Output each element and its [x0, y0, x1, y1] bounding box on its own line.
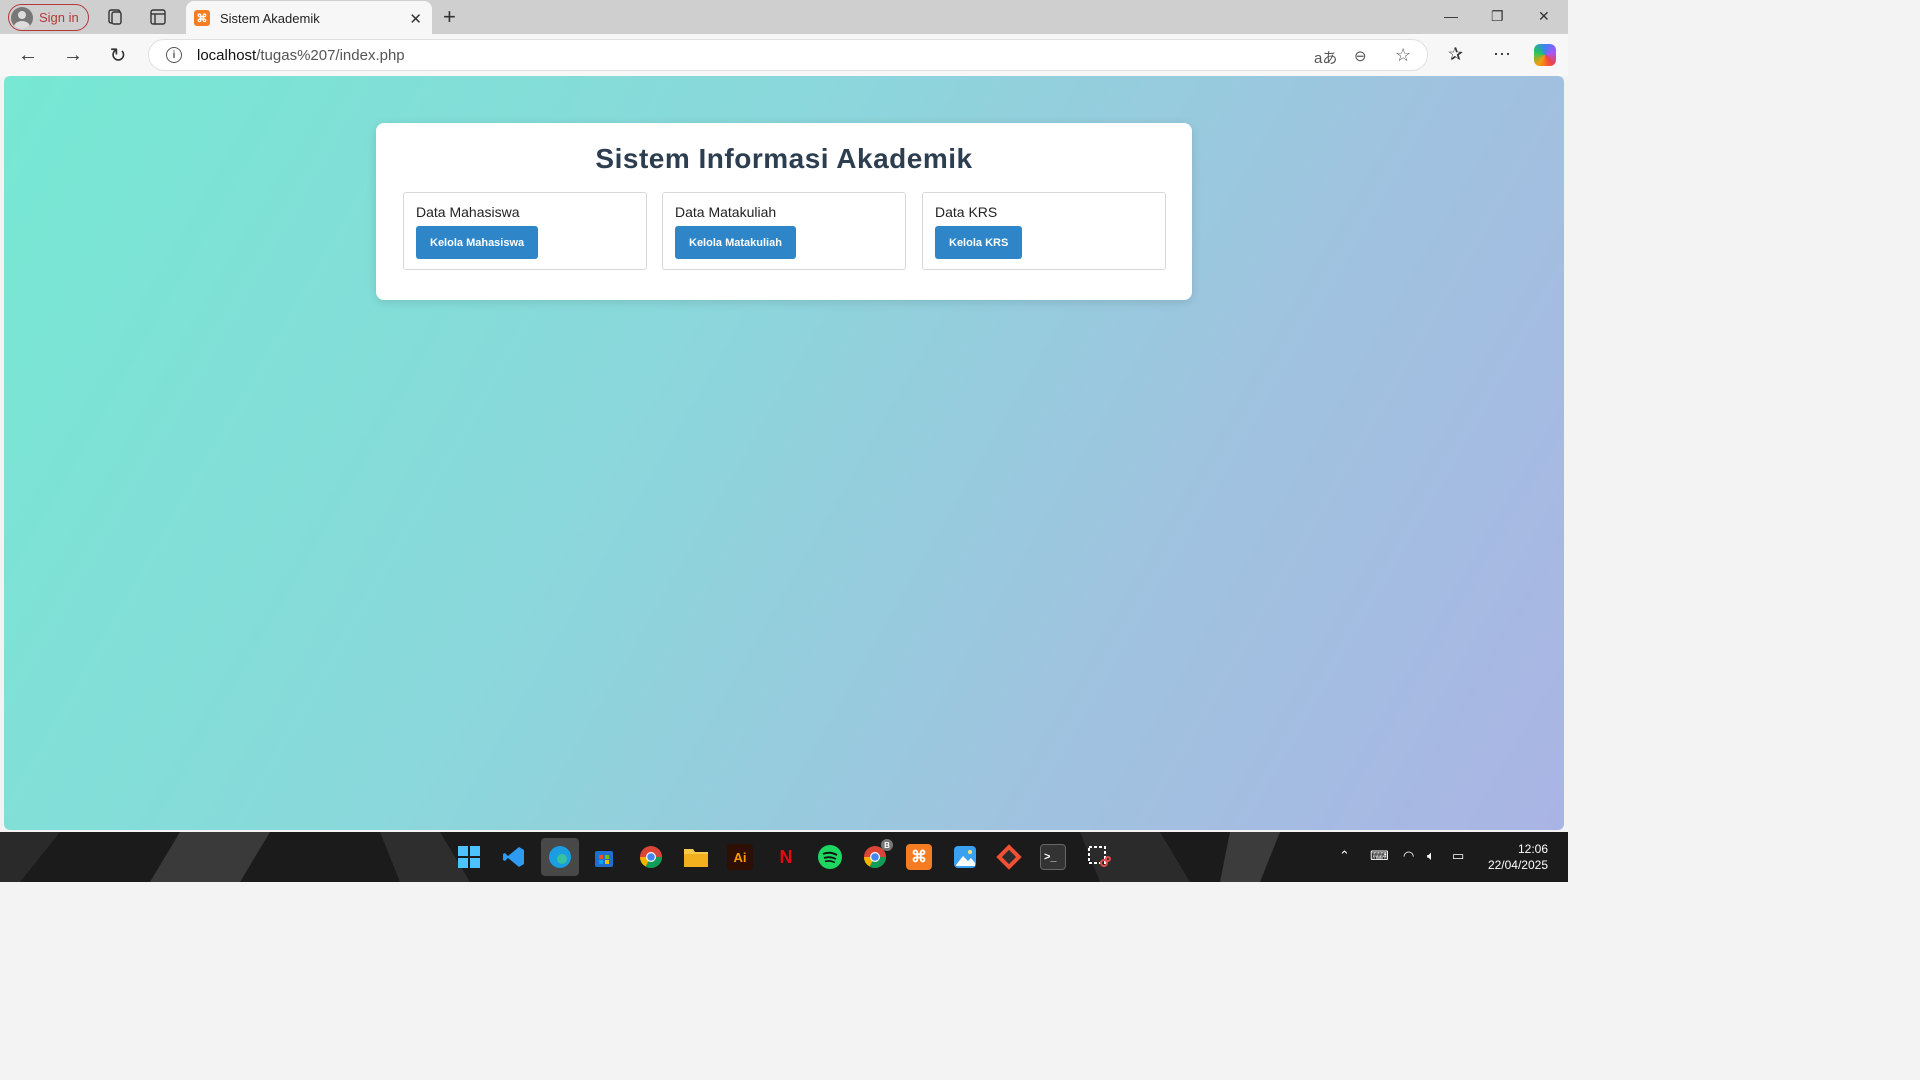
- spotify-icon[interactable]: [817, 844, 843, 870]
- more-icon[interactable]: ⋯: [1493, 44, 1511, 65]
- browser-toolbar: ← → ↻ i localhost/tugas%207/index.php aあ…: [0, 34, 1568, 76]
- volume-icon[interactable]: 🔈︎: [1427, 848, 1435, 864]
- favorite-star-icon[interactable]: ☆: [1395, 45, 1411, 66]
- battery-icon[interactable]: ▭: [1452, 848, 1464, 864]
- favorites-icon[interactable]: ✰: [1448, 44, 1463, 65]
- vertical-tabs-icon[interactable]: [149, 8, 167, 26]
- workspaces-icon[interactable]: [106, 8, 124, 26]
- edge-icon[interactable]: [541, 838, 579, 876]
- sign-in-label: Sign in: [39, 10, 79, 25]
- refresh-icon[interactable]: ↻: [107, 44, 129, 67]
- zoom-out-icon[interactable]: ⊖: [1354, 47, 1367, 65]
- info-icon[interactable]: i: [166, 47, 182, 63]
- page-title: Sistem Informasi Akademik: [595, 143, 973, 174]
- module-card-mahasiswa: Data Mahasiswa Kelola Mahasiswa: [403, 192, 647, 270]
- address-bar[interactable]: i localhost/tugas%207/index.php aあ ⊖ ☆: [148, 39, 1428, 71]
- copilot-icon[interactable]: [1534, 44, 1556, 66]
- chrome-icon[interactable]: [638, 844, 664, 870]
- page-viewport: Sistem Informasi Akademik Data Mahasiswa…: [4, 76, 1564, 830]
- url-text[interactable]: localhost/tugas%207/index.php: [197, 47, 405, 64]
- restore-icon[interactable]: ❐: [1491, 8, 1504, 25]
- clock-time: 12:06: [1517, 842, 1548, 856]
- sign-in-button[interactable]: Sign in: [8, 4, 89, 31]
- file-explorer-icon[interactable]: [683, 844, 709, 870]
- netflix-icon[interactable]: N: [773, 844, 799, 870]
- windows-taskbar: Ai N B ⌘ >_ ⌃ ⌨ ◠ 🔈︎ ▭ 12:06 22/04/2025: [0, 832, 1568, 882]
- wifi-icon[interactable]: ◠: [1403, 848, 1414, 864]
- photos-icon[interactable]: [952, 844, 978, 870]
- module-card-krs: Data KRS Kelola KRS: [922, 192, 1166, 270]
- vscode-icon[interactable]: [501, 844, 527, 870]
- chrome-profile-icon[interactable]: B: [862, 839, 893, 870]
- browser-titlebar: Sign in ⌘ Sistem Akademik ✕ + — ❐ ✕: [0, 0, 1568, 35]
- module-card-matakuliah: Data Matakuliah Kelola Matakuliah: [662, 192, 906, 270]
- module-title: Data KRS: [935, 204, 998, 220]
- minimize-icon[interactable]: —: [1444, 8, 1458, 24]
- chrome-profile-badge: B: [881, 839, 893, 851]
- profile-avatar-icon: [11, 6, 33, 29]
- tab-title: Sistem Akademik: [220, 10, 320, 26]
- module-title: Data Matakuliah: [675, 204, 777, 220]
- kelola-mahasiswa-button[interactable]: Kelola Mahasiswa: [416, 226, 539, 259]
- microsoft-store-icon[interactable]: [591, 844, 617, 870]
- windows-start-icon[interactable]: [456, 844, 482, 870]
- system-clock[interactable]: 12:06 22/04/2025: [1488, 841, 1548, 873]
- git-icon[interactable]: [996, 844, 1022, 870]
- snipping-tool-icon[interactable]: [1086, 844, 1112, 870]
- adobe-illustrator-icon[interactable]: Ai: [727, 844, 753, 870]
- xampp-icon[interactable]: ⌘: [906, 844, 932, 870]
- kelola-krs-button[interactable]: Kelola KRS: [935, 226, 1023, 259]
- close-window-icon[interactable]: ✕: [1538, 8, 1550, 25]
- xampp-favicon-icon: ⌘: [194, 10, 210, 26]
- close-tab-icon[interactable]: ✕: [409, 10, 422, 28]
- touch-keyboard-icon[interactable]: ⌨: [1370, 848, 1389, 864]
- back-icon[interactable]: ←: [17, 44, 39, 66]
- tab-sistem-akademik[interactable]: ⌘ Sistem Akademik ✕: [186, 1, 432, 35]
- show-hidden-icons-chevron-icon[interactable]: ⌃: [1339, 848, 1350, 864]
- terminal-icon[interactable]: >_: [1040, 844, 1066, 870]
- new-tab-icon[interactable]: +: [443, 4, 456, 30]
- main-card: Sistem Informasi Akademik Data Mahasiswa…: [376, 123, 1192, 300]
- kelola-matakuliah-button[interactable]: Kelola Matakuliah: [675, 226, 796, 259]
- translate-icon[interactable]: aあ: [1314, 47, 1337, 68]
- module-title: Data Mahasiswa: [416, 204, 520, 220]
- forward-icon[interactable]: →: [62, 44, 84, 66]
- clock-date: 22/04/2025: [1487, 858, 1548, 872]
